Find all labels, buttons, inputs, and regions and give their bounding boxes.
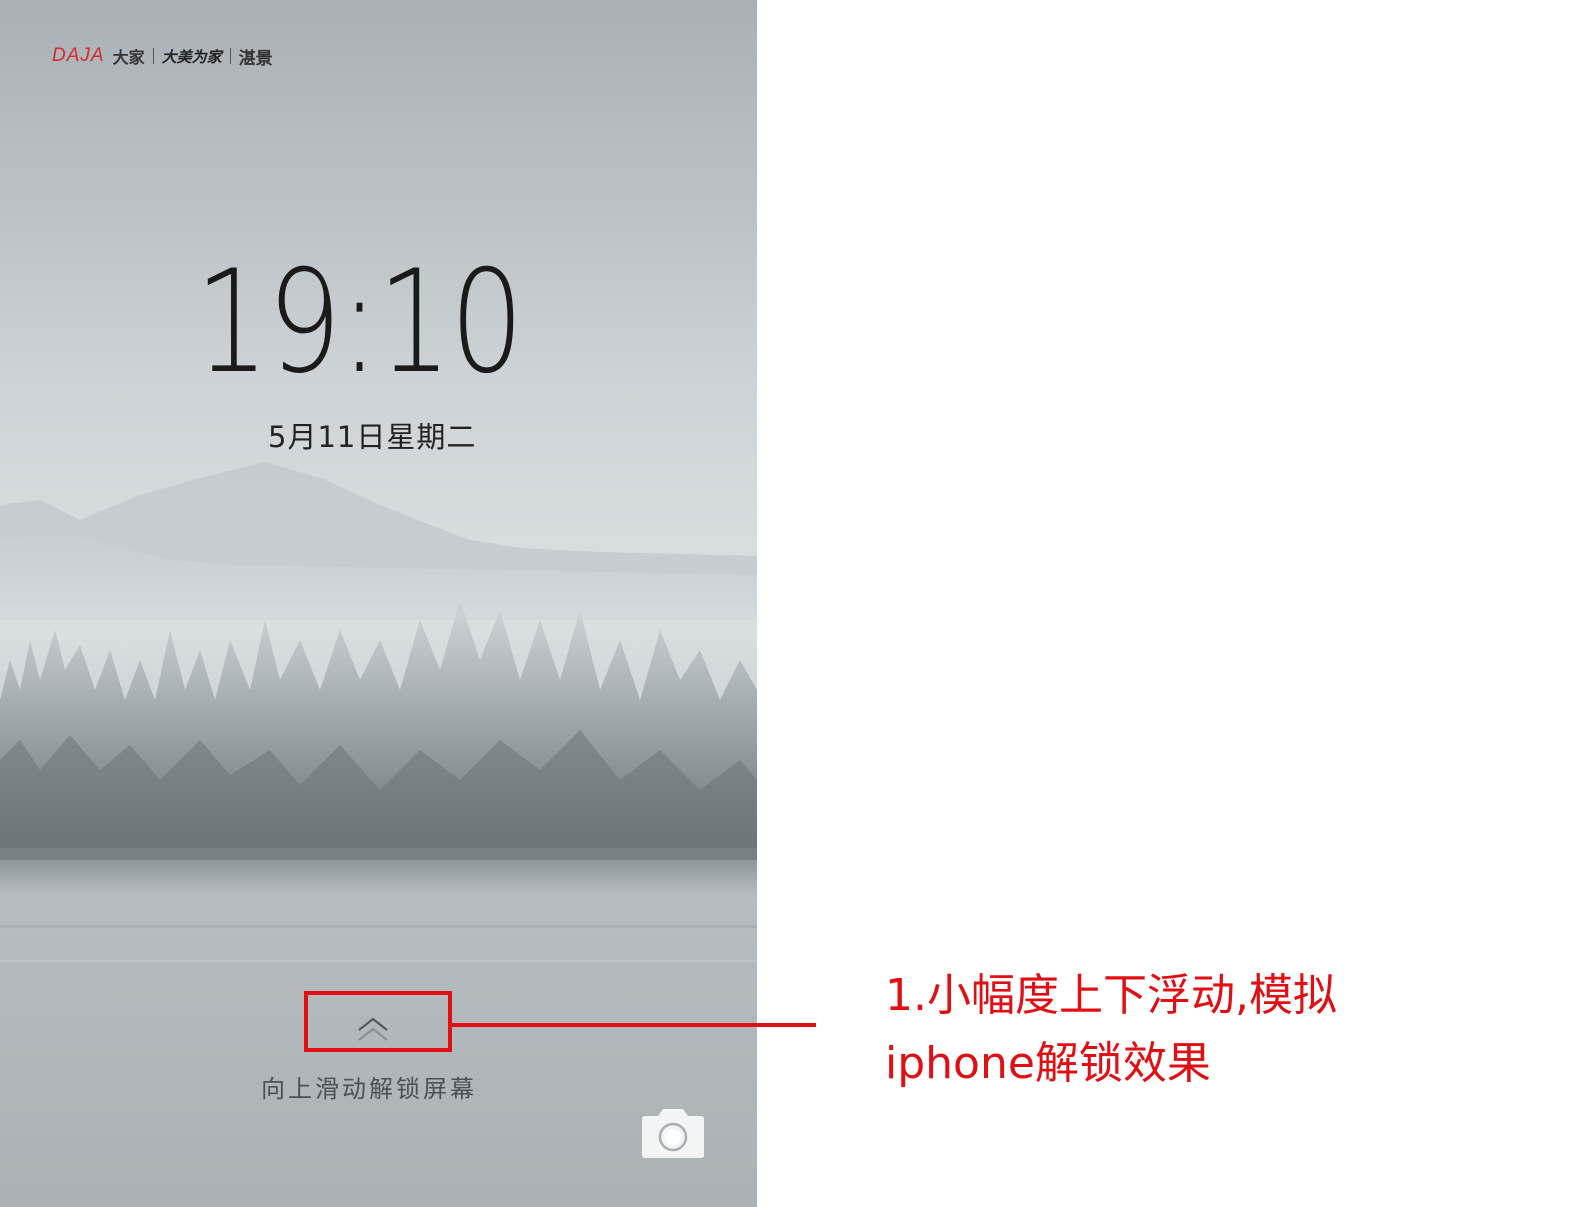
- annotation-line-2: iphone解锁效果: [885, 1038, 1211, 1089]
- annotation-connector-line: [452, 1023, 816, 1027]
- logo-dajia: 大家: [112, 50, 145, 67]
- brand-logo: DAJA 大家 大美为家 湛景: [52, 42, 273, 70]
- logo-divider: [229, 48, 231, 64]
- annotation-note: 1.小幅度上下浮动,模拟 iphone解锁效果: [885, 962, 1565, 1098]
- canvas: DAJA 大家 大美为家 湛景 19:10 5月11日星期二 向上滑动解锁屏幕 …: [0, 0, 1580, 1207]
- swipe-to-unlock-hint[interactable]: 向上滑动解锁屏幕: [261, 1069, 477, 1104]
- logo-daja: DAJA: [52, 45, 105, 66]
- clock-time: 19:10: [195, 240, 524, 405]
- clock-date: 5月11日星期二: [268, 420, 477, 454]
- camera-icon[interactable]: [638, 1107, 708, 1162]
- logo-divider: [152, 48, 154, 64]
- annotation-line-1: 1.小幅度上下浮动,模拟: [885, 970, 1337, 1021]
- annotation-highlight-box: [304, 991, 452, 1052]
- logo-slogan: 大美为家: [161, 48, 222, 66]
- logo-partner: 湛景: [238, 48, 273, 68]
